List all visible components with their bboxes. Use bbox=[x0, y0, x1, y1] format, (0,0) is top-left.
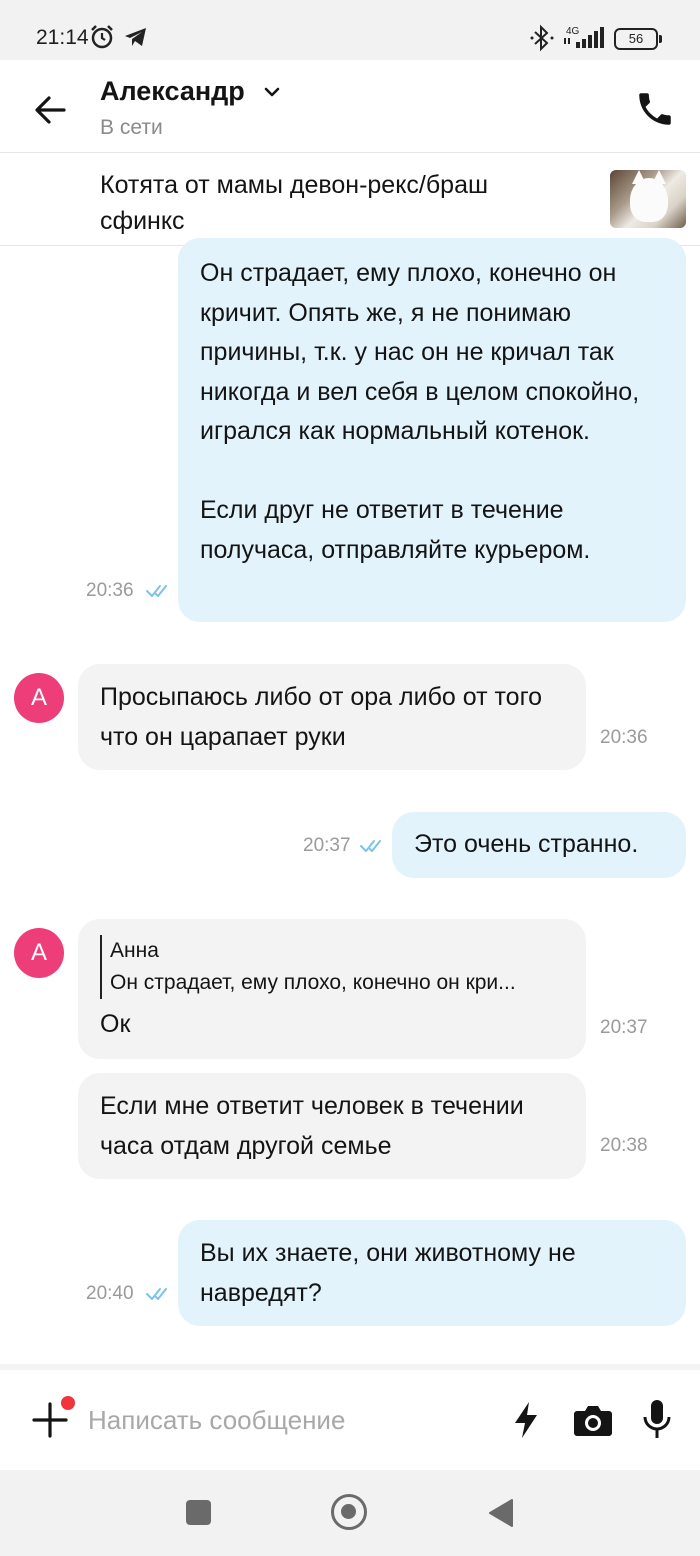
read-ticks-icon bbox=[360, 840, 381, 852]
message-time: 20:37 bbox=[600, 1017, 648, 1038]
reply-author: Анна bbox=[110, 939, 159, 962]
contact-status: В сети bbox=[100, 116, 163, 139]
outgoing-message[interactable]: Он страдает, ему плохо, конечно он кричи… bbox=[178, 238, 686, 622]
reply-snippet: Он страдает, ему плохо, конечно он кри..… bbox=[110, 971, 516, 994]
alarm-icon bbox=[91, 25, 113, 49]
notification-dot bbox=[61, 1396, 75, 1410]
chevron-down-icon[interactable] bbox=[262, 82, 282, 102]
back-arrow-icon[interactable] bbox=[30, 90, 70, 130]
camera-icon[interactable] bbox=[573, 1403, 613, 1437]
microphone-icon[interactable] bbox=[640, 1398, 674, 1442]
chat-header: Александр В сети bbox=[0, 60, 700, 152]
message-text: Он страдает, ему плохо, конечно он кричи… bbox=[200, 259, 640, 564]
listing-banner[interactable]: Котята от мамы девон-рекс/браш сфинкс bbox=[0, 152, 700, 246]
network-type: 4G bbox=[566, 26, 580, 37]
home-button[interactable] bbox=[331, 1494, 367, 1530]
incoming-message[interactable]: Если мне ответит человек в течении часа … bbox=[78, 1073, 586, 1179]
outgoing-message[interactable]: Вы их знаете, они животному не навредят? bbox=[178, 1220, 686, 1326]
signal-icon: 4G bbox=[564, 26, 604, 48]
telegram-icon bbox=[125, 28, 146, 46]
message-text: Вы их знаете, они животному не навредят? bbox=[200, 1239, 576, 1307]
contact-name[interactable]: Александр bbox=[100, 76, 245, 107]
message-time: 20:36 bbox=[86, 580, 134, 601]
message-composer bbox=[0, 1364, 700, 1470]
avatar[interactable]: А bbox=[14, 928, 64, 978]
status-bar: 21:14 4G 56 bbox=[0, 0, 700, 60]
battery-indicator: 56 bbox=[614, 28, 662, 50]
incoming-message[interactable]: Просыпаюсь либо от ора либо от того что … bbox=[78, 664, 586, 770]
bluetooth-icon bbox=[530, 24, 554, 52]
message-text: Ок bbox=[100, 1010, 131, 1038]
message-text: Это очень странно. bbox=[414, 830, 639, 858]
system-navigation-bar bbox=[0, 1470, 700, 1556]
recents-button[interactable] bbox=[186, 1500, 211, 1525]
lightning-icon[interactable] bbox=[510, 1400, 542, 1440]
message-time: 20:40 bbox=[86, 1283, 134, 1304]
reply-quote[interactable]: Анна Он страдает, ему плохо, конечно он … bbox=[100, 935, 564, 999]
incoming-message[interactable]: Анна Он страдает, ему плохо, конечно он … bbox=[78, 919, 586, 1059]
message-input[interactable] bbox=[88, 1396, 488, 1444]
message-time: 20:36 bbox=[600, 727, 648, 748]
listing-thumbnail[interactable] bbox=[610, 170, 686, 228]
nav-back-icon[interactable] bbox=[488, 1498, 514, 1528]
read-ticks-icon bbox=[146, 585, 167, 597]
message-time: 20:37 bbox=[303, 835, 351, 856]
listing-title[interactable]: Котята от мамы девон-рекс/браш сфинкс bbox=[100, 167, 570, 239]
message-text: Просыпаюсь либо от ора либо от того что … bbox=[100, 683, 543, 751]
phone-call-icon[interactable] bbox=[634, 88, 676, 130]
avatar[interactable]: А bbox=[14, 673, 64, 723]
message-time: 20:38 bbox=[600, 1135, 648, 1156]
read-ticks-icon bbox=[146, 1288, 167, 1300]
status-time: 21:14 bbox=[36, 26, 89, 49]
message-text: Если мне ответит человек в течении часа … bbox=[100, 1092, 524, 1160]
outgoing-message[interactable]: Это очень странно. bbox=[392, 812, 686, 878]
